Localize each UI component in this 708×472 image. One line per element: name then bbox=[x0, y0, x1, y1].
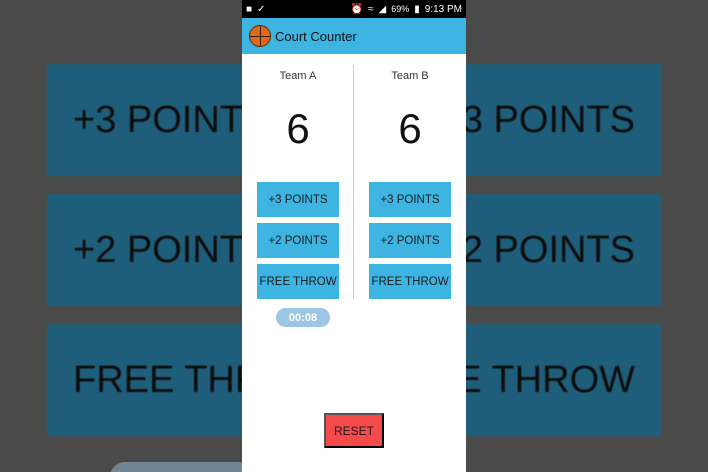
team-a-score: 6 bbox=[286, 105, 310, 152]
team-b-free-throw-button[interactable]: FREE THROW bbox=[369, 264, 451, 299]
team-b-score: 6 bbox=[398, 105, 422, 152]
phone-screen: ■ ✓ ⏰ ≈ ◢ 69% ▮ 9:13 PM Court Counter Te… bbox=[242, 0, 466, 472]
signal-icon: ◢ bbox=[378, 3, 387, 15]
team-a-three-points-button[interactable]: +3 POINTS bbox=[257, 182, 339, 217]
reset-button[interactable]: RESET bbox=[324, 413, 384, 448]
background-label-right: +3 POINTS bbox=[439, 98, 635, 141]
team-a-free-throw-button[interactable]: FREE THROW bbox=[257, 264, 339, 299]
basketball-icon bbox=[249, 25, 271, 47]
team-a-name: Team A bbox=[279, 70, 317, 82]
video-camera-icon: ■ bbox=[246, 3, 253, 15]
video-timer-badge: 00:08 bbox=[276, 308, 330, 327]
status-bar: ■ ✓ ⏰ ≈ ◢ 69% ▮ 9:13 PM bbox=[242, 0, 466, 18]
team-a-two-points-button[interactable]: +2 POINTS bbox=[257, 223, 339, 258]
team-b-three-points-button[interactable]: +3 POINTS bbox=[369, 182, 451, 217]
wifi-icon: ≈ bbox=[368, 3, 374, 15]
battery-icon: ▮ bbox=[414, 3, 420, 15]
team-a-column: Team A 6 +3 POINTS +2 POINTS FREE THROW bbox=[242, 54, 354, 299]
check-circle-icon: ✓ bbox=[257, 3, 266, 15]
alarm-icon: ⏰ bbox=[350, 3, 364, 15]
background-label-left: +2 POINTS bbox=[73, 228, 269, 271]
team-b-two-points-button[interactable]: +2 POINTS bbox=[369, 223, 451, 258]
background-label-right: +2 POINTS bbox=[439, 228, 635, 271]
team-b-name: Team B bbox=[391, 70, 429, 82]
app-bar: Court Counter bbox=[242, 18, 466, 54]
app-title: Court Counter bbox=[275, 28, 357, 44]
background-label-left: +3 POINTS bbox=[73, 98, 269, 141]
clock-time: 9:13 PM bbox=[424, 3, 462, 15]
battery-percent: 69% bbox=[391, 4, 410, 14]
team-b-column: Team B 6 +3 POINTS +2 POINTS FREE THROW bbox=[354, 54, 466, 299]
